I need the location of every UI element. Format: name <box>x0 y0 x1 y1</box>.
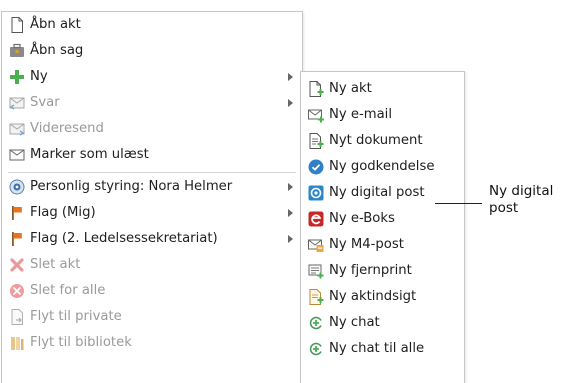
approval-icon <box>307 158 325 176</box>
menu-item-open-document[interactable]: Åbn akt <box>2 12 302 38</box>
menu-item-label: Ny chat <box>329 315 380 330</box>
menu-item-mark-unread[interactable]: Marker som ulæst <box>2 142 302 168</box>
menu-item-move-to-private[interactable]: Flyt til private <box>2 304 302 330</box>
menu-item-personal-control[interactable]: Personlig styring: Nora Helmer <box>2 174 302 200</box>
menu-item-delete-for-all[interactable]: Slet for alle <box>2 278 302 304</box>
submenu-item-new-eboks[interactable]: Ny e-Boks <box>301 206 464 232</box>
screenshot-stage: Åbn akt Åbn sag Ny Svar Videresend Marke… <box>0 0 567 383</box>
flag-icon <box>8 204 26 222</box>
access-request-icon <box>307 288 325 306</box>
menu-item-label: Flyt til bibliotek <box>30 335 132 350</box>
submenu-item-new-email[interactable]: Ny e-mail <box>301 102 464 128</box>
menu-item-flag-secretariat[interactable]: Flag (2. Ledelsessekretariat) <box>2 226 302 252</box>
menu-item-label: Ny <box>30 69 48 84</box>
remote-print-icon <box>307 262 325 280</box>
menu-item-label: Ny chat til alle <box>329 341 425 356</box>
submenu-item-new-access-request[interactable]: Ny aktindsigt <box>301 284 464 310</box>
menu-item-forward[interactable]: Videresend <box>2 116 302 142</box>
flag-icon <box>8 230 26 248</box>
menu-item-label: Ny e-mail <box>329 107 392 122</box>
menu-item-label: Svar <box>30 95 60 110</box>
menu-item-label: Personlig styring: Nora Helmer <box>30 179 233 194</box>
submenu-arrow-icon <box>288 183 293 191</box>
envelope-icon <box>8 146 26 164</box>
submenu-item-new-remote-print[interactable]: Ny fjernprint <box>301 258 464 284</box>
submenu-arrow-icon <box>288 209 293 217</box>
x-icon <box>8 256 26 274</box>
new-text-document-icon <box>307 132 325 150</box>
menu-item-label: Ny aktindsigt <box>329 289 417 304</box>
callout-label: Ny digital post <box>489 183 554 216</box>
menu-item-new[interactable]: Ny <box>2 64 302 90</box>
menu-item-label: Ny e-Boks <box>329 211 395 226</box>
menu-item-label: Flag (2. Ledelsessekretariat) <box>30 231 218 246</box>
menu-item-open-case[interactable]: Åbn sag <box>2 38 302 64</box>
circle-x-icon <box>8 282 26 300</box>
menu-separator <box>8 172 296 173</box>
document-icon <box>8 16 26 34</box>
chat-icon <box>307 314 325 332</box>
eboks-icon <box>307 210 325 228</box>
chat-all-icon <box>307 340 325 358</box>
menu-item-label: Videresend <box>30 121 104 136</box>
submenu-new: Ny akt Ny e-mail Nyt dokument Ny godkend… <box>300 71 465 383</box>
submenu-item-new-approval[interactable]: Ny godkendelse <box>301 154 464 180</box>
menu-item-label: Slet for alle <box>30 283 106 298</box>
menu-item-label: Nyt dokument <box>329 133 423 148</box>
submenu-item-new-document[interactable]: Ny akt <box>301 76 464 102</box>
menu-item-label: Ny godkendelse <box>329 159 435 174</box>
context-menu: Åbn akt Åbn sag Ny Svar Videresend Marke… <box>1 11 303 383</box>
m4-post-icon <box>307 236 325 254</box>
new-document-icon <box>307 80 325 98</box>
menu-item-label: Ny fjernprint <box>329 263 412 278</box>
reply-icon <box>8 94 26 112</box>
submenu-arrow-icon <box>288 235 293 243</box>
menu-item-label: Flag (Mig) <box>30 205 96 220</box>
eye-icon <box>8 178 26 196</box>
menu-item-label: Åbn akt <box>30 17 81 32</box>
menu-item-reply[interactable]: Svar <box>2 90 302 116</box>
forward-icon <box>8 120 26 138</box>
submenu-item-new-chat[interactable]: Ny chat <box>301 310 464 336</box>
new-email-icon <box>307 106 325 124</box>
menu-item-label: Ny digital post <box>329 185 425 200</box>
submenu-item-new-text-document[interactable]: Nyt dokument <box>301 128 464 154</box>
menu-item-label: Åbn sag <box>30 43 84 58</box>
menu-item-label: Flyt til private <box>30 309 122 324</box>
submenu-item-new-m4-post[interactable]: Ny M4-post <box>301 232 464 258</box>
callout-line <box>435 203 482 204</box>
digital-post-icon <box>307 184 325 202</box>
menu-item-label: Ny M4-post <box>329 237 404 252</box>
submenu-arrow-icon <box>288 73 293 81</box>
menu-item-move-to-library[interactable]: Flyt til bibliotek <box>2 330 302 356</box>
library-icon <box>8 334 26 352</box>
menu-item-label: Ny akt <box>329 81 372 96</box>
menu-item-label: Slet akt <box>30 257 81 272</box>
menu-item-flag-me[interactable]: Flag (Mig) <box>2 200 302 226</box>
menu-item-delete-document[interactable]: Slet akt <box>2 252 302 278</box>
case-icon <box>8 42 26 60</box>
plus-icon <box>8 68 26 86</box>
menu-item-label: Marker som ulæst <box>30 147 149 162</box>
submenu-item-new-chat-all[interactable]: Ny chat til alle <box>301 336 464 362</box>
submenu-arrow-icon <box>288 99 293 107</box>
move-document-icon <box>8 308 26 326</box>
